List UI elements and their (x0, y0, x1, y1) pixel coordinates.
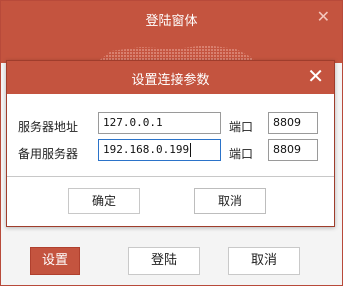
login-button-row: 设置 登陆 取消 (1, 247, 342, 275)
backup-server-input[interactable]: 192.168.0.199 (98, 139, 221, 161)
server-address-input[interactable]: 127.0.0.1 (98, 112, 221, 134)
login-window-close-icon[interactable]: ✕ (317, 7, 330, 26)
backup-port-input[interactable]: 8809 (268, 139, 318, 161)
connection-settings-dialog: 设置连接参数 ✕ 服务器地址 127.0.0.1 端口 8809 备用服务器 1… (6, 60, 335, 227)
backup-port-value: 8809 (273, 143, 301, 156)
server-port-input[interactable]: 8809 (268, 112, 318, 134)
ok-button[interactable]: 确定 (68, 188, 140, 214)
dialog-cancel-button[interactable]: 取消 (194, 188, 266, 214)
backup-server-label: 备用服务器 (18, 147, 79, 161)
dialog-title: 设置连接参数 (131, 73, 210, 88)
cancel-button[interactable]: 取消 (228, 247, 300, 275)
server-port-value: 8809 (273, 116, 301, 129)
text-caret (190, 143, 192, 157)
settings-button[interactable]: 设置 (30, 247, 80, 275)
server-port-label: 端口 (229, 120, 254, 134)
server-address-value: 127.0.0.1 (103, 116, 163, 129)
login-window-titlebar[interactable]: 登陆窗体 ✕ (1, 1, 342, 43)
dialog-titlebar[interactable]: 设置连接参数 ✕ (7, 61, 334, 94)
dialog-close-icon[interactable]: ✕ (307, 64, 324, 88)
backup-server-value: 192.168.0.199 (103, 143, 190, 156)
dialog-divider (7, 176, 334, 177)
backup-port-label: 端口 (229, 147, 254, 161)
login-button[interactable]: 登陆 (128, 247, 200, 275)
login-window-title: 登陆窗体 (145, 14, 198, 29)
server-address-label: 服务器地址 (18, 120, 79, 134)
